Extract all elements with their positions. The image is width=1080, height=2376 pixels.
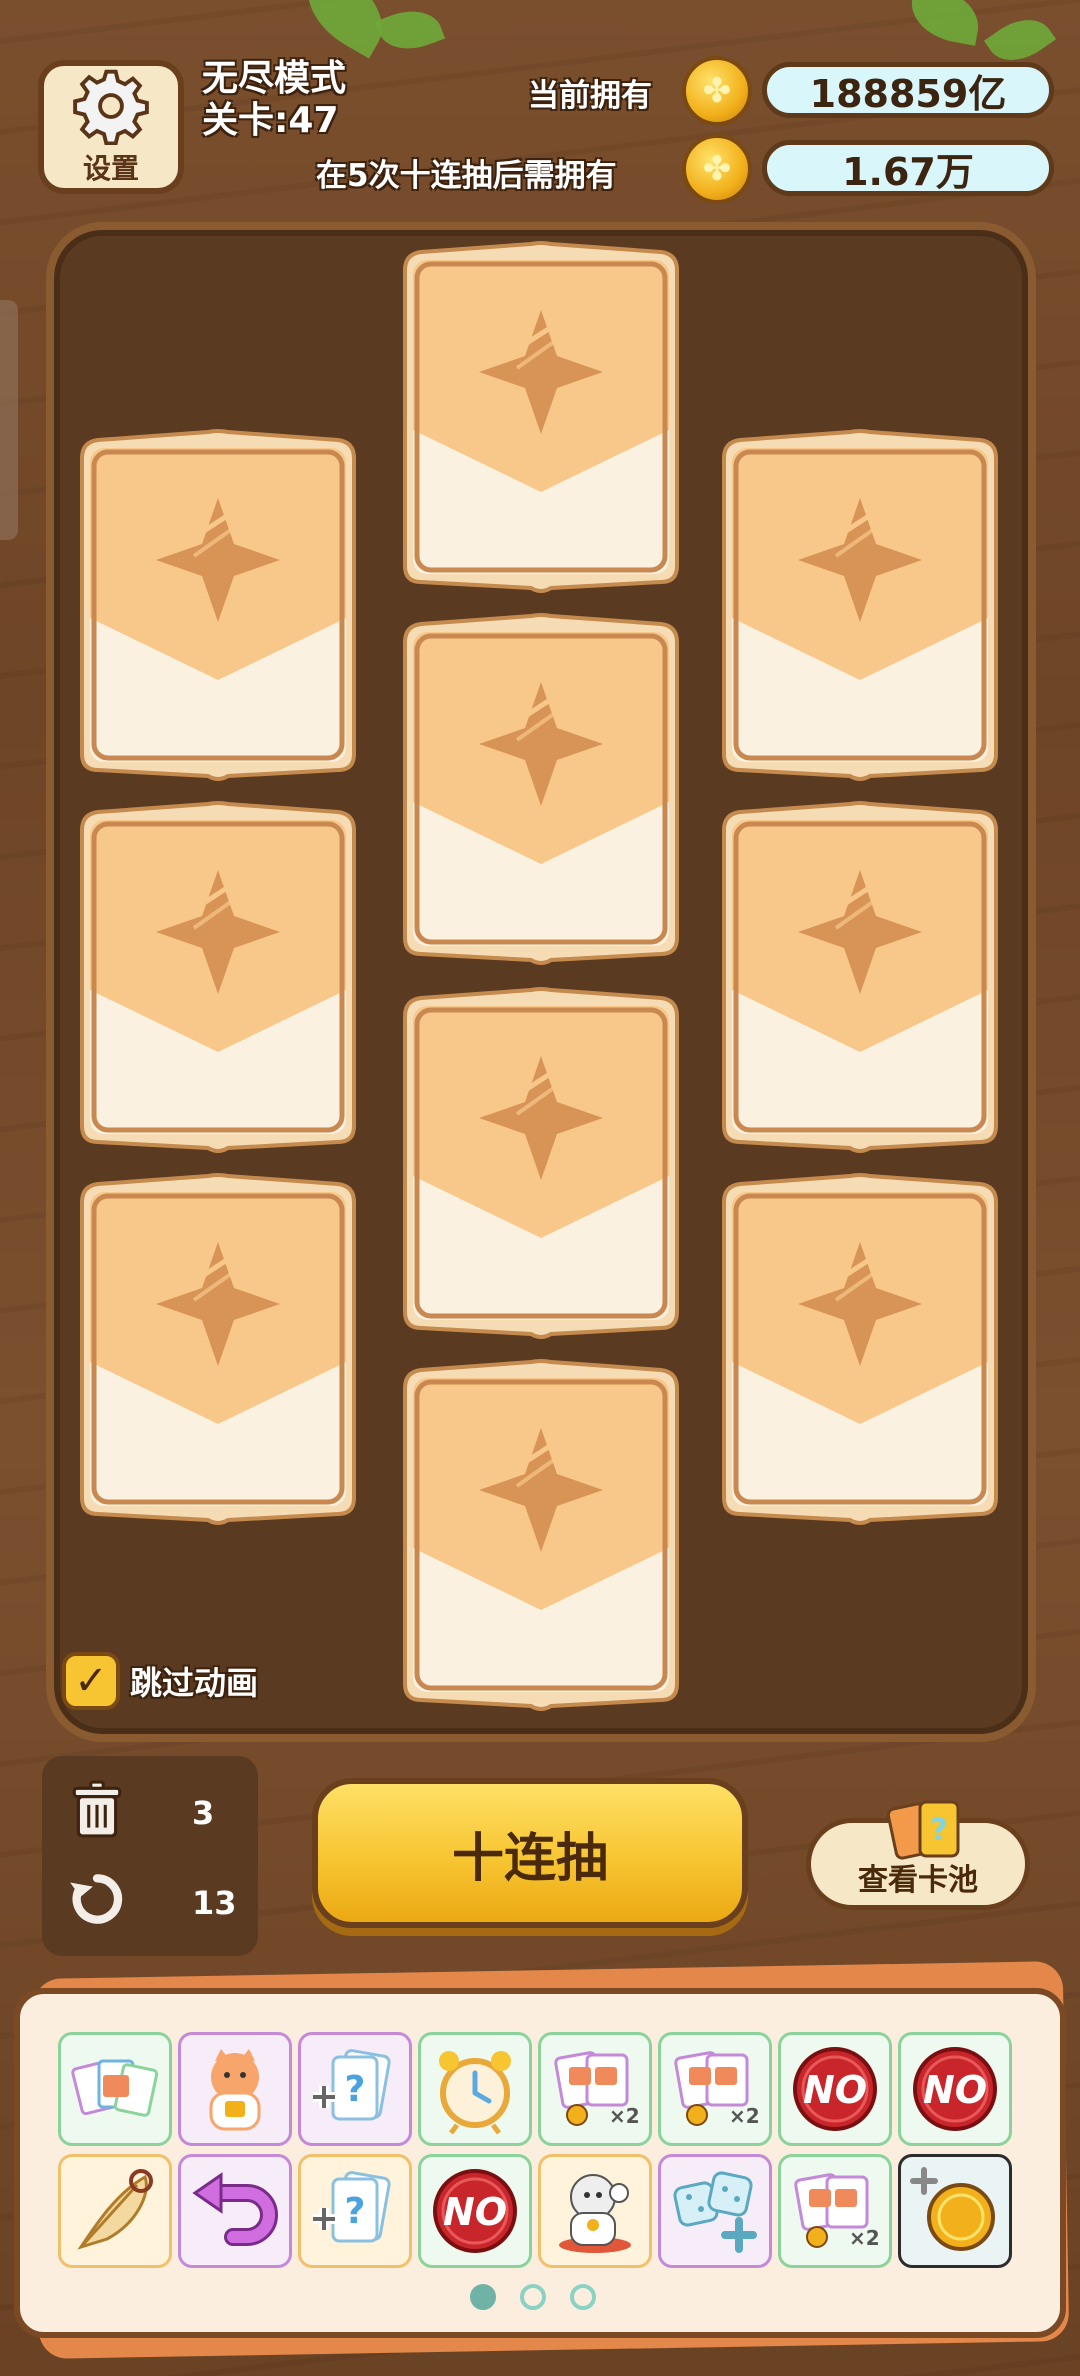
item-slot-add-random-card[interactable]: ? <box>298 2154 412 2268</box>
item-slot-double-cards[interactable]: ×2 <box>778 2154 892 2268</box>
svg-text:NO: NO <box>803 2068 867 2112</box>
coin-icon: ✤ <box>682 134 752 204</box>
svg-text:?: ? <box>345 2069 366 2110</box>
current-coins-value: 188859亿 <box>762 62 1054 118</box>
double-cards-icon: ×2 <box>547 2041 643 2137</box>
trash-count: 3 <box>192 1794 215 1832</box>
face-down-card[interactable] <box>714 428 1006 782</box>
item-slot-alarm-clock[interactable] <box>418 2032 532 2146</box>
no-stamp-icon: NO <box>427 2163 523 2259</box>
counters-panel: 3 13 <box>42 1756 258 1956</box>
face-down-card[interactable] <box>395 240 687 594</box>
checkbox-checked-icon[interactable]: ✓ <box>62 1652 120 1710</box>
face-down-card[interactable] <box>395 1358 687 1712</box>
page-indicator <box>470 2284 596 2310</box>
add-coin-icon <box>907 2163 1003 2259</box>
feather-icon <box>67 2163 163 2259</box>
no-stamp-icon: NO <box>907 2041 1003 2137</box>
ten-draw-button[interactable]: 十连抽 <box>312 1778 748 1928</box>
undo-arrow-icon <box>187 2163 283 2259</box>
mode-info: 无尽模式 关卡:47 <box>202 58 346 142</box>
lucky-cat-icon <box>187 2041 283 2137</box>
add-random-card-icon: ? <box>307 2041 403 2137</box>
leaf-decoration <box>906 0 984 46</box>
face-down-card[interactable] <box>395 612 687 966</box>
item-slot-feather[interactable] <box>58 2154 172 2268</box>
trash-counter[interactable] <box>64 1776 130 1842</box>
game-mode-text: 无尽模式 <box>202 58 347 99</box>
face-down-card[interactable] <box>714 1172 1006 1526</box>
refresh-counter[interactable] <box>64 1866 130 1932</box>
item-slot-double-cards[interactable]: ×2 <box>538 2032 652 2146</box>
add-random-card-icon: ? <box>307 2163 403 2259</box>
face-down-card[interactable] <box>714 800 1006 1154</box>
double-cards-icon: ×2 <box>667 2041 763 2137</box>
svg-text:NO: NO <box>923 2068 987 2112</box>
leaf-decoration <box>374 0 446 60</box>
svg-text:?: ? <box>930 1813 947 1848</box>
svg-text:NO: NO <box>443 2190 507 2234</box>
item-slot-no-stamp[interactable]: NO <box>418 2154 532 2268</box>
item-slot-no-stamp[interactable]: NO <box>898 2032 1012 2146</box>
card-pool-icon: ? <box>886 1800 960 1860</box>
dice-plus-icon <box>667 2163 763 2259</box>
item-slot-add-coin[interactable] <box>898 2154 1012 2268</box>
required-coins-value: 1.67万 <box>762 140 1054 196</box>
refresh-count: 13 <box>192 1884 237 1922</box>
item-slot-double-cards[interactable]: ×2 <box>658 2032 772 2146</box>
alarm-clock-icon <box>427 2041 523 2137</box>
item-slot-add-random-card[interactable]: ? <box>298 2032 412 2146</box>
svg-text:×2: ×2 <box>609 2104 640 2128</box>
settings-label: 设置 <box>82 152 139 185</box>
page-dot[interactable] <box>570 2284 596 2310</box>
item-slot-lucky-cat[interactable] <box>178 2032 292 2146</box>
ten-draw-label: 十连抽 <box>451 1828 608 1889</box>
lucky-cat-white-icon <box>547 2163 643 2259</box>
face-down-card[interactable] <box>72 428 364 782</box>
page-dot-active[interactable] <box>470 2284 496 2310</box>
page-dot[interactable] <box>520 2284 546 2310</box>
side-edge-handle <box>0 300 18 540</box>
face-down-card[interactable] <box>72 800 364 1154</box>
svg-text:?: ? <box>345 2191 366 2232</box>
level-text: 关卡:47 <box>202 100 339 141</box>
card-pack-icon <box>67 2041 163 2137</box>
skip-animation-toggle[interactable]: ✓ 跳过动画 <box>62 1652 258 1710</box>
double-cards-icon: ×2 <box>787 2163 883 2259</box>
svg-text:×2: ×2 <box>849 2226 880 2250</box>
svg-text:×2: ×2 <box>729 2104 760 2128</box>
skip-animation-label: 跳过动画 <box>130 1664 259 1702</box>
settings-button[interactable]: 设置 <box>38 60 184 194</box>
item-slot-undo-arrow[interactable] <box>178 2154 292 2268</box>
refresh-icon <box>64 1866 130 1932</box>
item-slot-dice-plus[interactable] <box>658 2154 772 2268</box>
trash-icon <box>64 1776 130 1842</box>
coin-icon: ✤ <box>682 56 752 126</box>
current-coins-label: 当前拥有 <box>528 78 652 114</box>
item-slot-no-stamp[interactable]: NO <box>778 2032 892 2146</box>
gear-icon <box>73 69 149 145</box>
item-slot-lucky-cat-white[interactable] <box>538 2154 652 2268</box>
required-coins-label: 在5次十连抽后需拥有 <box>316 158 617 194</box>
face-down-card[interactable] <box>395 986 687 1340</box>
item-slot-card-pack[interactable] <box>58 2032 172 2146</box>
face-down-card[interactable] <box>72 1172 364 1526</box>
no-stamp-icon: NO <box>787 2041 883 2137</box>
